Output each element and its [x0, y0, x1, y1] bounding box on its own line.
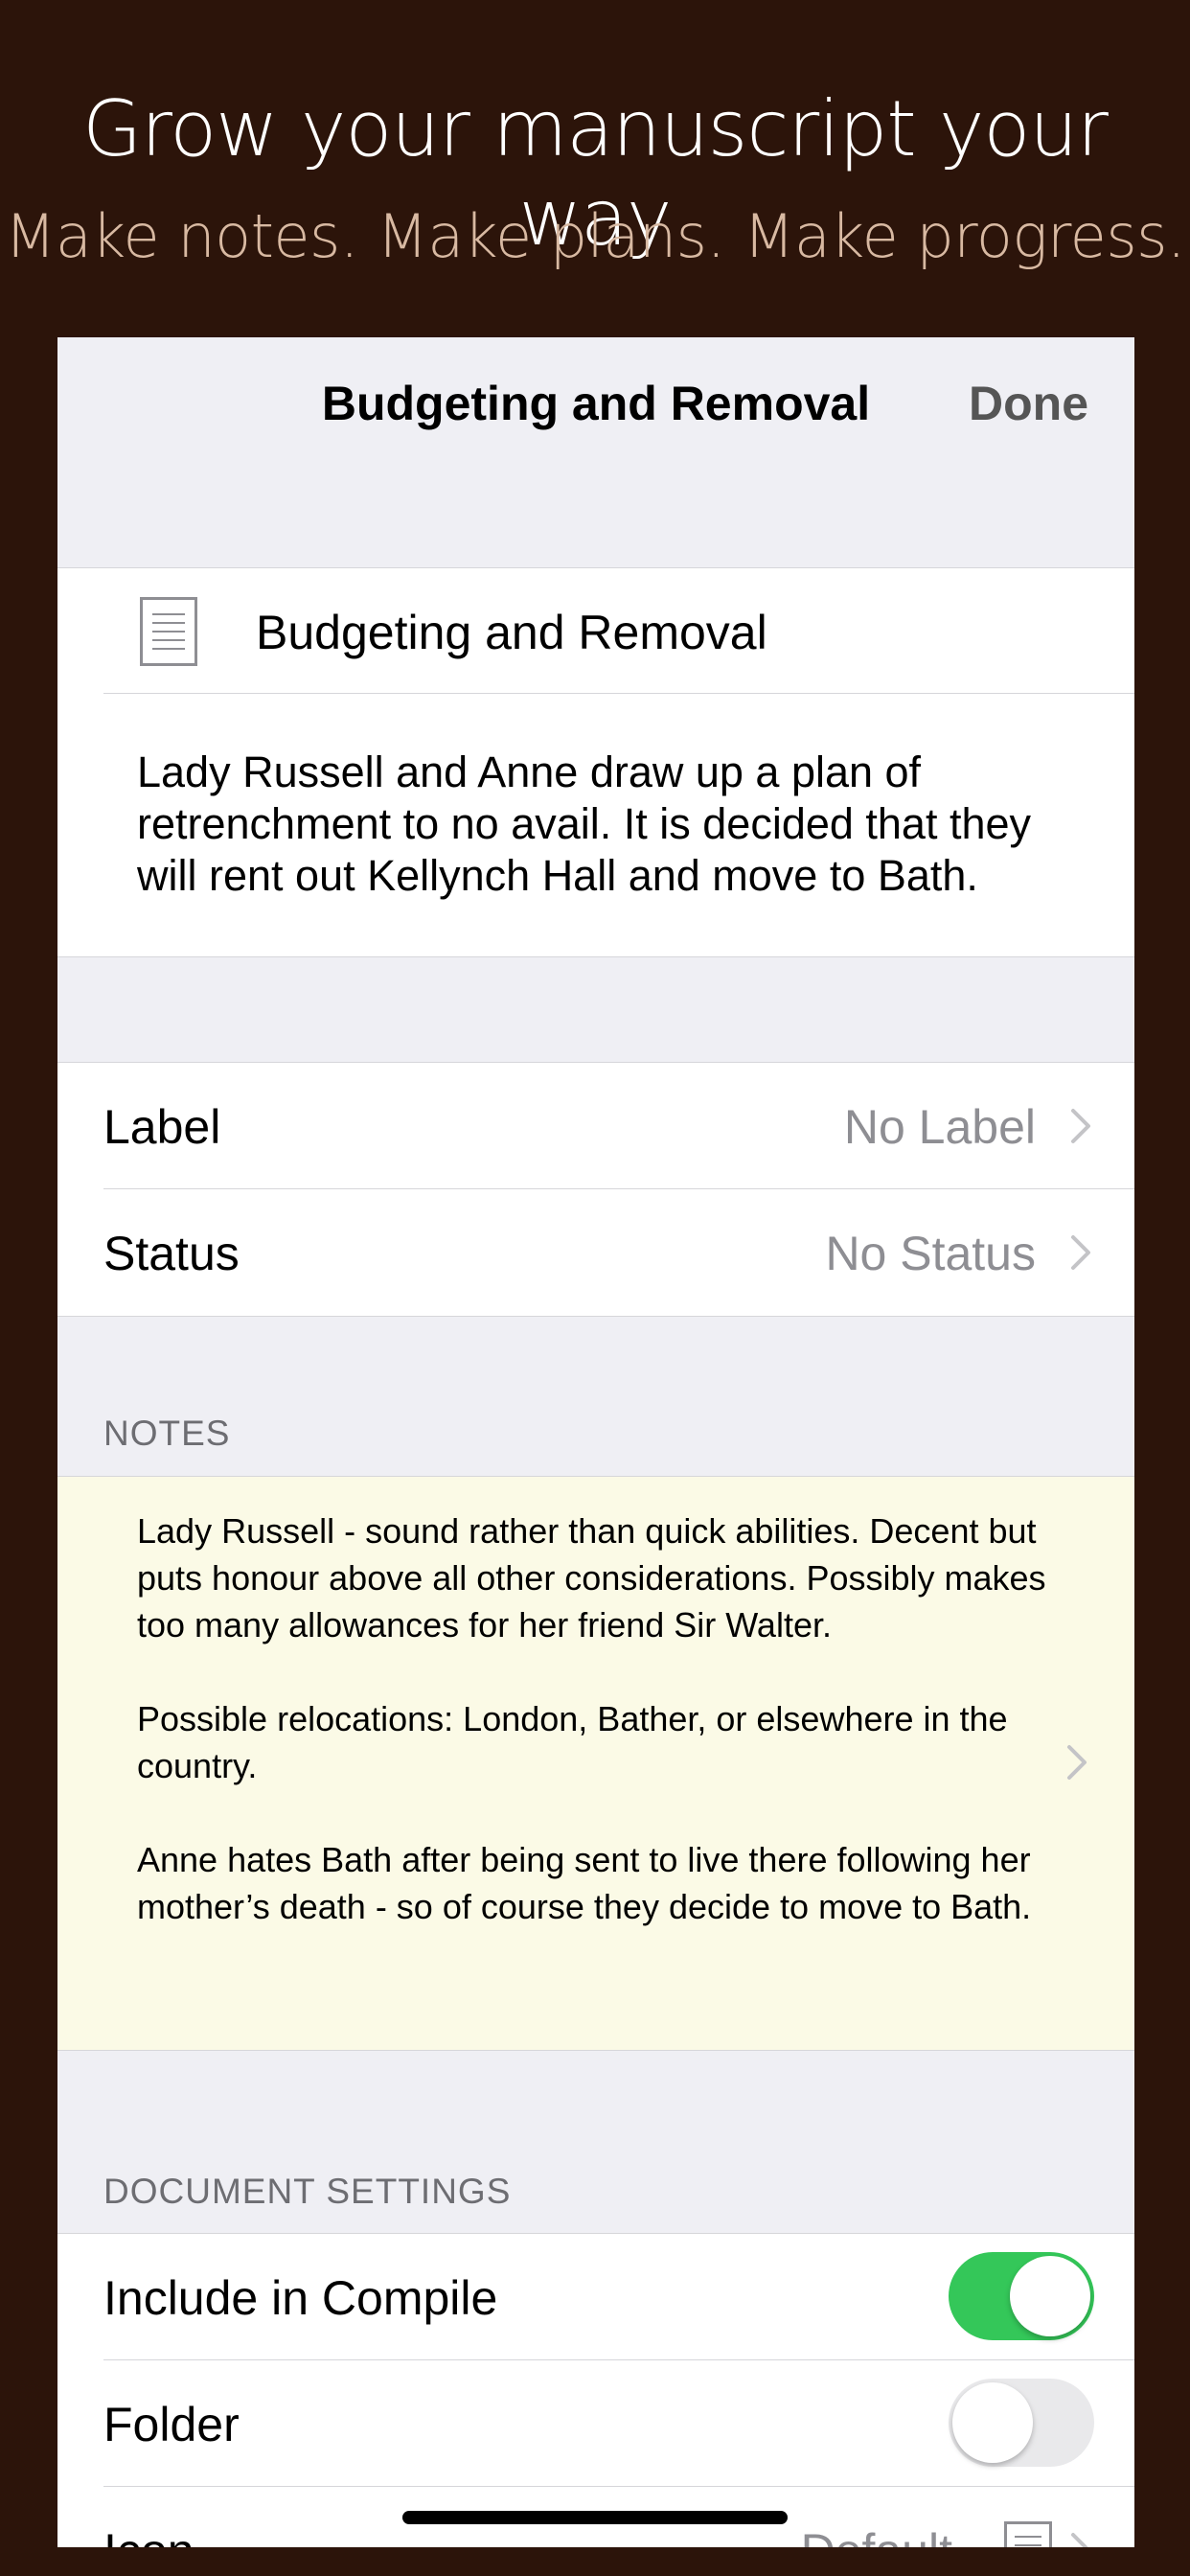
- notes-box[interactable]: Lady Russell - sound rather than quick a…: [57, 1476, 1134, 2051]
- done-button[interactable]: Done: [969, 376, 1088, 431]
- label-row[interactable]: Label No Label: [57, 1063, 1134, 1187]
- chevron-right-icon: [1069, 1107, 1092, 1145]
- notes-text: Lady Russell - sound rather than quick a…: [137, 1507, 1057, 1977]
- document-settings-header: DOCUMENT SETTINGS: [103, 2172, 512, 2211]
- notes-header: NOTES: [103, 1414, 231, 1453]
- label-row-title: Label: [103, 1100, 221, 1154]
- document-settings-group: Include in Compile Folder Icon Default: [57, 2233, 1134, 2547]
- navigation-bar: Budgeting and Removal Done: [57, 337, 1134, 472]
- status-row-title: Status: [103, 1227, 240, 1280]
- document-title[interactable]: Budgeting and Removal: [256, 605, 767, 660]
- promo-subtitle: Make notes. Make plans. Make progress.: [4, 201, 1186, 271]
- notes-paragraph: Possible relocations: London, Bather, or…: [137, 1699, 1008, 1785]
- status-row-value: No Status: [825, 1227, 1036, 1280]
- include-in-compile-label: Include in Compile: [103, 2271, 498, 2325]
- icon-row-label: Icon: [103, 2523, 195, 2547]
- divider: [103, 693, 1134, 694]
- home-indicator[interactable]: [402, 2511, 788, 2524]
- document-icon: [140, 597, 197, 666]
- folder-toggle[interactable]: [949, 2379, 1094, 2467]
- include-in-compile-toggle[interactable]: [949, 2252, 1094, 2340]
- metadata-group: Label No Label Status No Status: [57, 1062, 1134, 1317]
- synopsis-text[interactable]: Lady Russell and Anne draw up a plan of …: [137, 747, 1095, 902]
- label-row-value: No Label: [843, 1100, 1036, 1154]
- chevron-right-icon: [1069, 2531, 1092, 2547]
- document-title-row[interactable]: Budgeting and Removal: [57, 568, 1134, 693]
- include-in-compile-row: Include in Compile: [57, 2234, 1134, 2358]
- icon-row-value: Default: [801, 2523, 952, 2547]
- status-row[interactable]: Status No Status: [57, 1189, 1134, 1314]
- phone-screen: Budgeting and Removal Done Budgeting and…: [57, 337, 1134, 2547]
- chevron-right-icon: [1065, 1743, 1088, 1782]
- document-group: Budgeting and Removal Lady Russell and A…: [57, 567, 1134, 957]
- toggle-knob: [952, 2382, 1033, 2463]
- chevron-right-icon: [1069, 1233, 1092, 1272]
- document-icon: [1004, 2521, 1052, 2547]
- folder-label: Folder: [103, 2398, 240, 2451]
- folder-row: Folder: [57, 2360, 1134, 2485]
- toggle-knob: [1010, 2256, 1090, 2336]
- notes-paragraph: Anne hates Bath after being sent to live…: [137, 1840, 1032, 1926]
- notes-paragraph: Lady Russell - sound rather than quick a…: [137, 1511, 1046, 1644]
